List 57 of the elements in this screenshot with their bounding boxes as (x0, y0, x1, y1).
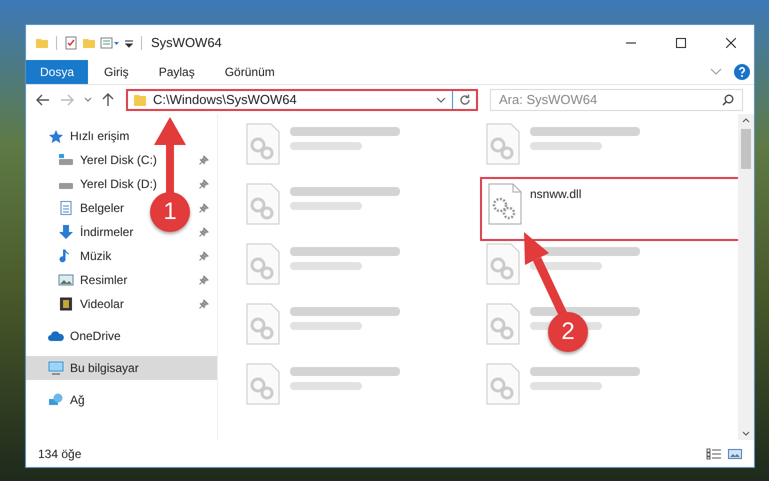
picture-icon (58, 273, 74, 287)
nav-item[interactable]: Videolar (26, 292, 130, 316)
file-name: nsnww.dll (530, 186, 582, 201)
large-icons-view-icon[interactable] (728, 448, 742, 460)
drive-icon (58, 153, 74, 167)
details-view-icon[interactable] (706, 448, 722, 460)
pin-icon[interactable] (199, 275, 209, 285)
document-icon (58, 201, 74, 215)
gear-file-icon (488, 183, 522, 225)
down-arrow-icon (58, 225, 74, 239)
help-icon[interactable] (734, 64, 750, 80)
address-bar[interactable]: C:\Windows\SysWOW64 (126, 88, 478, 110)
file-item[interactable]: nsnww.dll (482, 179, 738, 239)
nav-item[interactable]: Bu bilgisayar (26, 356, 217, 380)
chevron-icon[interactable] (710, 68, 722, 76)
cloud-icon (48, 329, 64, 343)
nav-item[interactable]: İndirmeler (26, 220, 140, 244)
star-icon (48, 129, 64, 143)
folder-icon (133, 92, 147, 106)
search-field[interactable]: Ara: SysWOW64 (490, 88, 743, 110)
scrollbar-thumb[interactable] (741, 129, 751, 169)
scroll-up-icon[interactable] (742, 118, 750, 123)
pin-icon[interactable] (199, 155, 209, 165)
window-title: SysWOW64 (151, 35, 222, 50)
monitor-icon (48, 361, 64, 375)
nav-item[interactable]: Ağ (26, 388, 91, 412)
refresh-icon[interactable] (459, 94, 471, 106)
nav-item[interactable]: Belgeler (26, 196, 130, 220)
nav-item[interactable]: Yerel Disk (C:) (26, 148, 163, 172)
pin-icon[interactable] (199, 299, 209, 309)
film-icon (58, 297, 74, 311)
ribbon-tab[interactable]: Dosya (26, 60, 88, 84)
pin-icon[interactable] (199, 203, 209, 213)
checklist-icon (64, 36, 78, 50)
dropdown-icon[interactable] (436, 96, 446, 102)
recent-dropdown-icon[interactable] (84, 96, 92, 102)
scrollbar[interactable] (738, 114, 754, 440)
search-icon (722, 94, 734, 106)
scroll-down-icon[interactable] (742, 431, 750, 436)
nav-item[interactable]: Resimler (26, 268, 134, 292)
pin-icon[interactable] (199, 227, 209, 237)
pin-icon[interactable] (199, 179, 209, 189)
nav-item[interactable]: Hızlı erişim (26, 124, 136, 148)
ribbon-tab[interactable]: Giriş (90, 60, 143, 84)
properties-icon (100, 36, 120, 50)
pin-icon[interactable] (199, 251, 209, 261)
close-icon (726, 38, 736, 48)
ribbon-tab[interactable]: Görünüm (210, 60, 289, 84)
maximize-icon (676, 38, 686, 48)
forward-icon[interactable] (60, 94, 74, 106)
nav-item[interactable]: OneDrive (26, 324, 127, 348)
nav-item[interactable]: Müzik (26, 244, 118, 268)
back-icon[interactable] (36, 94, 50, 106)
address-path: C:\Windows\SysWOW64 (153, 92, 297, 107)
up-arrow-icon[interactable] (102, 92, 114, 106)
ribbon-tab[interactable]: Paylaş (144, 60, 209, 84)
item-count: 134 öğe (38, 446, 82, 460)
